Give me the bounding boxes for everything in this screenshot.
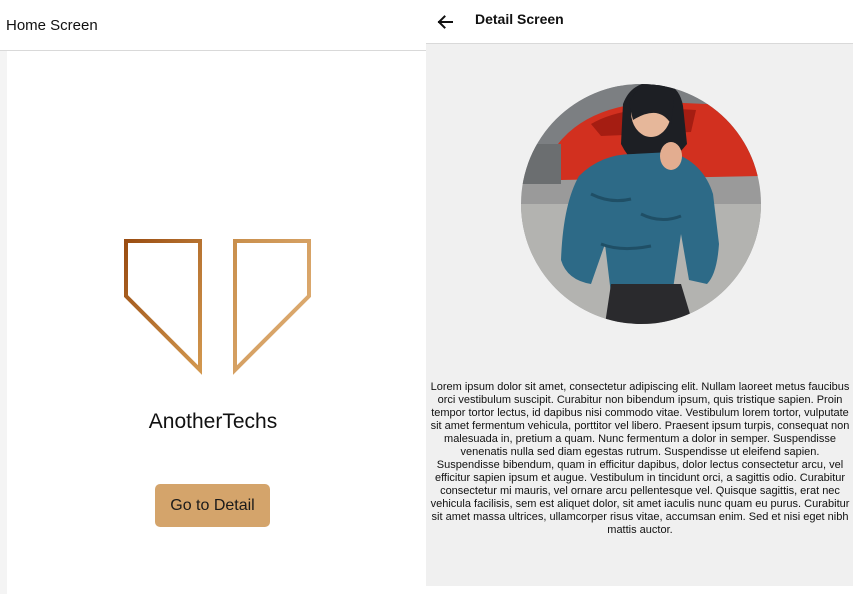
logo-right-mark bbox=[233, 239, 311, 375]
logo-left-mark bbox=[124, 239, 202, 375]
detail-app-bar: Detail Screen bbox=[426, 0, 853, 43]
brand-name: AnotherTechs bbox=[148, 410, 278, 433]
profile-photo bbox=[521, 84, 761, 324]
home-screen: Home Screen AnotherTechs Go to Detail bbox=[0, 0, 426, 594]
detail-title: Detail Screen bbox=[475, 11, 564, 27]
back-button[interactable] bbox=[430, 7, 460, 37]
home-app-bar: Home Screen bbox=[0, 0, 426, 50]
detail-body: Lorem ipsum dolor sit amet, consectetur … bbox=[426, 44, 853, 586]
go-to-detail-button[interactable]: Go to Detail bbox=[155, 484, 270, 527]
arrow-left-icon bbox=[437, 15, 453, 29]
detail-body-text: Lorem ipsum dolor sit amet, consectetur … bbox=[430, 381, 850, 536]
brand-logo bbox=[124, 239, 311, 375]
home-body: AnotherTechs Go to Detail bbox=[0, 51, 426, 594]
detail-screen: Detail Screen Lorem ipsum dolor sit amet… bbox=[426, 0, 853, 594]
home-title: Home Screen bbox=[6, 17, 98, 34]
profile-photo-illustration bbox=[521, 84, 761, 324]
